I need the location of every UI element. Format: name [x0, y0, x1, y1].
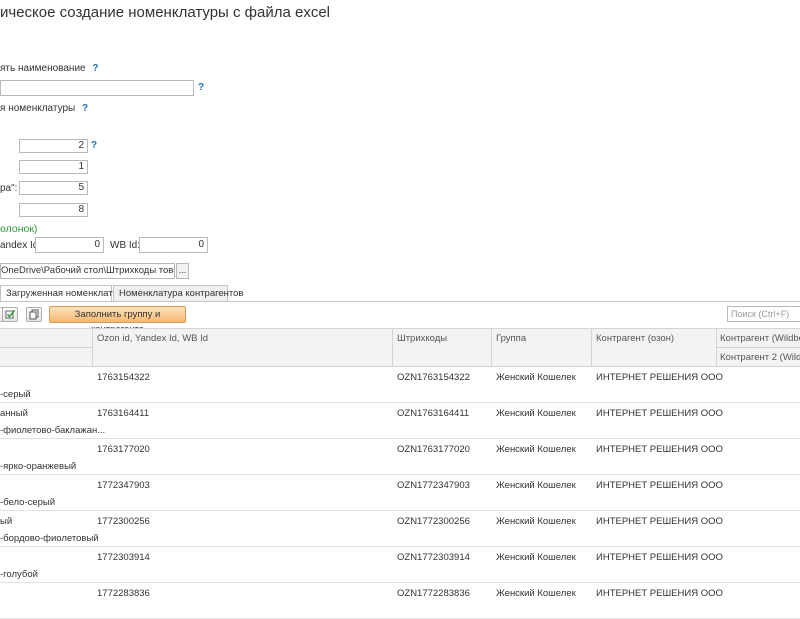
row-group: Женский Кошелек [496, 444, 576, 455]
help-icon[interactable]: ? [92, 63, 98, 74]
help-icon[interactable]: ? [82, 103, 88, 114]
copy-button[interactable] [26, 307, 42, 322]
nomenclature-label-text: я номенклатуры [0, 103, 76, 114]
row-id: 1763177020 [97, 444, 150, 455]
header-subdivider [716, 347, 800, 348]
table-row[interactable]: 1772283836 OZN1772283836 Женский Кошелек ИН… [0, 583, 800, 619]
row-id: 1772347903 [97, 480, 150, 491]
row-id: 1763154322 [97, 372, 150, 383]
number-field-3[interactable]: 5 [19, 181, 88, 195]
row-barcode: OZN1772300256 [397, 516, 470, 527]
file-path-field[interactable]: OneDrive\Рабочий стол\Штрихкоды товаров … [0, 263, 175, 279]
row-name-line2: -ярко-оранжевый [0, 461, 77, 472]
number-field-1[interactable]: 2 [19, 139, 88, 153]
header-subdivider [0, 347, 92, 348]
row-group: Женский Кошелек [496, 480, 576, 491]
row-group: Женский Кошелек [496, 372, 576, 383]
tab-divider [0, 301, 800, 302]
header-barcodes[interactable]: Штрихкоды [397, 333, 447, 344]
help-icon[interactable]: ? [91, 140, 97, 151]
row-group: Женский Кошелек [496, 408, 576, 419]
help-icon[interactable]: ? [198, 82, 204, 93]
name-input[interactable] [0, 80, 194, 96]
row-name-line2: -бело-серый [0, 497, 56, 508]
row-contractor: ИНТЕРНЕТ РЕШЕНИЯ ООО [596, 444, 723, 455]
header-ids[interactable]: Ozon id, Yandex Id, WB Id [97, 333, 208, 344]
row-contractor: ИНТЕРНЕТ РЕШЕНИЯ ООО [596, 552, 723, 563]
row-barcode: OZN1763177020 [397, 444, 470, 455]
check-icon [5, 309, 16, 319]
row-group: Женский Кошелек [496, 516, 576, 527]
columns-label: олонок) [0, 223, 38, 235]
number-field-3-label: ра": [0, 183, 18, 194]
row-id: 1772300256 [97, 516, 150, 527]
row-id: 1763164411 [97, 408, 150, 419]
row-name-line2: -голубой [0, 569, 38, 580]
column-divider [392, 328, 393, 367]
page-title: ическое создание номенклатуры с файла ex… [0, 4, 331, 21]
wb-id-label: WB Id: [110, 240, 141, 251]
row-group: Женский Кошелек [496, 588, 576, 599]
row-contractor: ИНТЕРНЕТ РЕШЕНИЯ ООО [596, 516, 723, 527]
column-divider [591, 328, 592, 367]
row-group: Женский Кошелек [496, 552, 576, 563]
name-label-text: ять наименование [0, 63, 86, 74]
row-barcode: OZN1763164411 [397, 408, 470, 419]
tab-loaded-nomenclature[interactable]: Загруженная номенклатура [0, 285, 128, 301]
row-barcode: OZN1772303914 [397, 552, 470, 563]
search-input[interactable]: Поиск (Ctrl+F) [727, 306, 800, 322]
number-field-2[interactable]: 1 [19, 160, 88, 174]
row-name-line1: анный [0, 408, 28, 419]
table-row[interactable]: -серый 1763154322 OZN1763154322 Женский Кош… [0, 367, 800, 403]
row-name-line1: ый [0, 516, 13, 527]
header-contractor-2[interactable]: Контрагент 2 (Wildber [720, 352, 800, 363]
row-contractor: ИНТЕРНЕТ РЕШЕНИЯ ООО [596, 372, 723, 383]
row-name-line2: -фиолетово-баклажан... [0, 425, 106, 436]
column-divider [92, 328, 93, 367]
row-id: 1772283836 [97, 588, 150, 599]
number-field-4[interactable]: 8 [19, 203, 88, 217]
tab-contractor-nomenclature[interactable]: Номенклатура контрагентов [113, 285, 243, 301]
row-id: 1772303914 [97, 552, 150, 563]
row-barcode: OZN1772283836 [397, 588, 470, 599]
header-group[interactable]: Группа [496, 333, 526, 344]
nomenclature-label: я номенклатуры ? [0, 103, 88, 114]
header-contractor-ozon[interactable]: Контрагент (озон) [596, 333, 674, 344]
row-contractor: ИНТЕРНЕТ РЕШЕНИЯ ООО [596, 480, 723, 491]
row-name-line2: -серый [0, 389, 31, 400]
header-contractor-wb[interactable]: Контрагент (Wildberri [720, 333, 800, 344]
table-row[interactable]: -ярко-оранжевый 1763177020 OZN1763177020 Же… [0, 439, 800, 475]
row-contractor: ИНТЕРНЕТ РЕШЕНИЯ ООО [596, 408, 723, 419]
row-barcode: OZN1772347903 [397, 480, 470, 491]
copy-icon [29, 309, 39, 320]
row-barcode: OZN1763154322 [397, 372, 470, 383]
row-name-line2: -бордово-фиолетовый [0, 533, 99, 544]
table-row[interactable]: -бело-серый 1772347903 OZN1772347903 Женски… [0, 475, 800, 511]
table-row[interactable]: -голубой 1772303914 OZN1772303914 Женский К… [0, 547, 800, 583]
yandex-id-field[interactable]: 0 [35, 237, 104, 253]
row-contractor: ИНТЕРНЕТ РЕШЕНИЯ ООО [596, 588, 723, 599]
table-row[interactable]: ый -бордово-фиолетовый 1772300256 OZN177230… [0, 511, 800, 547]
wb-id-field[interactable]: 0 [139, 237, 208, 253]
fill-group-contractor-button[interactable]: Заполнить группу и контрагента [49, 306, 186, 335]
name-label: ять наименование ? [0, 63, 99, 74]
check-all-button[interactable] [2, 307, 18, 322]
table-row[interactable]: анный -фиолетово-баклажан... 1763164411 OZN… [0, 403, 800, 439]
browse-button[interactable]: ... [176, 263, 189, 279]
column-divider [491, 328, 492, 367]
